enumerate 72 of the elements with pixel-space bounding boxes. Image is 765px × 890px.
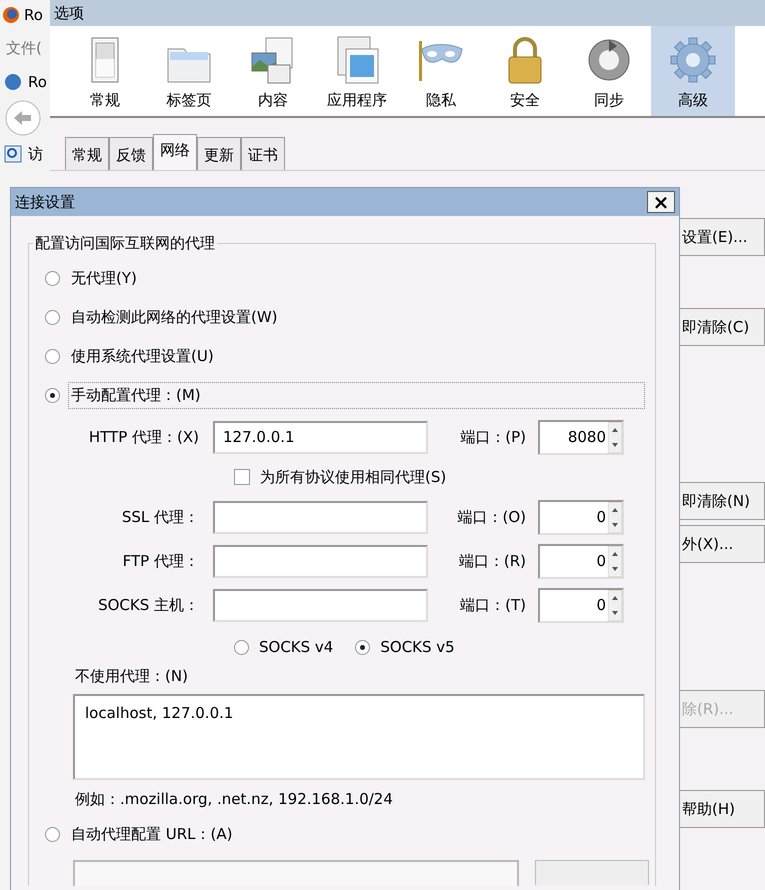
- tab[interactable]: 反馈: [109, 137, 153, 170]
- field-label: 端口：(R): [458, 552, 527, 570]
- dialog-title: 连接设置: [15, 192, 75, 212]
- spinner-arrows-icon[interactable]: [608, 546, 622, 576]
- proxy-input-field[interactable]: [213, 588, 428, 622]
- back-button-icon[interactable]: [4, 99, 42, 137]
- button[interactable]: 帮助(H): [680, 790, 765, 828]
- toolbar-item[interactable]: 高级: [651, 26, 735, 116]
- checkbox-label: 为所有协议使用相同代理(S): [260, 468, 446, 486]
- menu-item[interactable]: 文件(: [6, 38, 42, 58]
- port-spinner[interactable]: 8080: [538, 420, 624, 454]
- url-input-field[interactable]: [73, 860, 519, 886]
- radio-label: 手动配置代理：(M): [68, 382, 645, 409]
- radio-button[interactable]: [355, 640, 370, 654]
- toolbar-item[interactable]: 隐私: [399, 26, 483, 116]
- toolbar-item[interactable]: 同步: [567, 26, 651, 116]
- tab[interactable]: 网络: [153, 134, 197, 170]
- gear-icon: [670, 35, 716, 85]
- search-icon: [4, 145, 22, 163]
- group-label: 配置访问国际互联网的代理: [34, 234, 216, 253]
- radio-label: 无代理(Y): [70, 268, 138, 289]
- hint-text: 例如：.mozilla.org, .net.nz, 192.168.1.0/24: [74, 789, 394, 810]
- proxy-input-field[interactable]: [213, 500, 428, 534]
- window-title: Ro: [24, 6, 43, 24]
- port-spinner[interactable]: 0: [538, 500, 624, 534]
- proxy-input-field[interactable]: [213, 544, 428, 578]
- spinner-arrows-icon[interactable]: [608, 502, 622, 532]
- field-label: 端口：(O): [456, 508, 527, 526]
- sidebar-item[interactable]: 访: [28, 144, 43, 164]
- toolbar-item[interactable]: 常规: [63, 26, 147, 116]
- port-spinner[interactable]: 0: [538, 544, 624, 578]
- toolbar-item[interactable]: 内容: [231, 26, 315, 116]
- radio-button[interactable]: [45, 827, 60, 842]
- radio-button[interactable]: [45, 310, 60, 325]
- tab[interactable]: 证书: [241, 137, 285, 170]
- radio-button[interactable]: [45, 388, 60, 403]
- field-label: FTP 代理：: [122, 552, 200, 570]
- toolbar-item[interactable]: 标签页: [147, 26, 231, 116]
- toolbar-item[interactable]: 安全: [483, 26, 567, 116]
- port-spinner[interactable]: 0: [538, 588, 624, 622]
- field-label: SOCKS 主机：: [97, 596, 200, 614]
- close-button[interactable]: ×: [647, 191, 675, 213]
- proxy-input-field[interactable]: 127.0.0.1: [213, 420, 428, 454]
- globe-icon: [4, 73, 22, 91]
- spinner-arrows-icon[interactable]: [608, 422, 622, 452]
- button[interactable]: 外(X)...: [680, 525, 765, 563]
- field-label: 端口：(P): [459, 428, 527, 446]
- radio-label: SOCKS v5: [380, 638, 455, 656]
- button[interactable]: 设置(E)...: [680, 218, 765, 256]
- toolbar-item[interactable]: 应用程序: [315, 26, 399, 116]
- field-label: HTTP 代理：(X): [88, 428, 200, 446]
- radio-label: 自动代理配置 URL：(A): [70, 824, 234, 845]
- field-label: 不使用代理：(N): [74, 667, 189, 686]
- browser-tab[interactable]: Ro: [28, 73, 47, 91]
- spinner-arrows-icon[interactable]: [608, 590, 622, 620]
- tab[interactable]: 更新: [197, 137, 241, 170]
- button[interactable]: 即清除(C): [680, 308, 765, 346]
- checkbox[interactable]: [234, 469, 250, 485]
- button[interactable]: 即清除(N): [680, 482, 765, 520]
- tab[interactable]: 常规: [65, 137, 109, 170]
- radio-button[interactable]: [45, 349, 60, 364]
- radio-label: 使用系统代理设置(U): [70, 346, 215, 367]
- window-title: 选项: [54, 4, 84, 22]
- field-label: SSL 代理：: [120, 508, 200, 526]
- no-proxy-text-area[interactable]: localhost, 127.0.0.1: [73, 694, 645, 780]
- reload-button[interactable]: [535, 860, 649, 885]
- radio-button[interactable]: [45, 271, 60, 286]
- field-label: 端口：(T): [459, 596, 527, 614]
- radio-label: SOCKS v4: [259, 638, 334, 656]
- browser-logo-icon: [2, 6, 20, 24]
- radio-button[interactable]: [234, 640, 249, 654]
- radio-label: 自动检测此网络的代理设置(W): [70, 307, 279, 328]
